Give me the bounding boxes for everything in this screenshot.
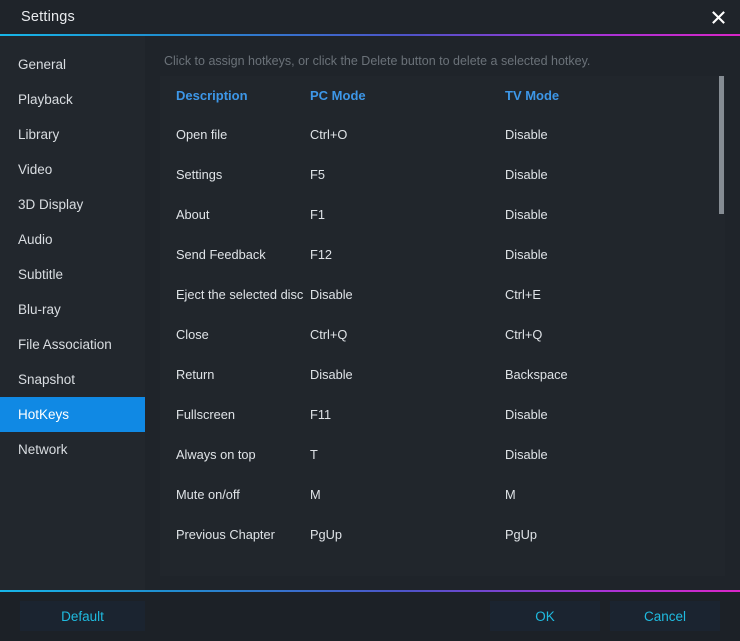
close-button[interactable] [696,0,740,34]
table-row[interactable]: Mute on/off M M [160,474,725,514]
table-row[interactable]: Previous Chapter PgUp PgUp [160,514,725,554]
cell-pc-mode[interactable]: F5 [310,167,505,182]
hotkeys-table-panel: Description PC Mode TV Mode Open file Ctrl+O… [160,76,725,576]
sidebar-item-audio[interactable]: Audio [0,222,145,257]
cell-description[interactable]: Previous Chapter [160,527,310,542]
cell-pc-mode[interactable]: F12 [310,247,505,262]
cell-tv-mode[interactable]: Ctrl+Q [505,327,725,342]
sidebar-item-video[interactable]: Video [0,152,145,187]
table-row[interactable]: Settings F5 Disable [160,154,725,194]
sidebar-item-3d-display[interactable]: 3D Display [0,187,145,222]
cell-tv-mode[interactable]: Disable [505,407,725,422]
cell-pc-mode[interactable]: Ctrl+Q [310,327,505,342]
sidebar-item-network[interactable]: Network [0,432,145,467]
sidebar-item-label: HotKeys [18,407,70,422]
sidebar-item-label: Blu-ray [18,302,61,317]
table-row[interactable]: Always on top T Disable [160,434,725,474]
cell-tv-mode[interactable]: Disable [505,167,725,182]
table-scrollbar-thumb[interactable] [719,76,724,214]
cell-tv-mode[interactable]: Disable [505,207,725,222]
cell-pc-mode[interactable]: PgUp [310,527,505,542]
cell-description[interactable]: Open file [160,127,310,142]
table-row[interactable]: Send Feedback F12 Disable [160,234,725,274]
cell-pc-mode[interactable]: T [310,447,505,462]
sidebar-item-label: Playback [18,92,73,107]
table-scrollbar[interactable] [716,76,725,576]
column-header: PC Mode [310,87,366,103]
table-row[interactable]: Fullscreen F11 Disable [160,394,725,434]
cell-pc-mode[interactable]: Disable [310,287,505,302]
sidebar-item-label: Snapshot [18,372,76,387]
table-row[interactable]: Close Ctrl+Q Ctrl+Q [160,314,725,354]
cell-pc-mode[interactable]: M [310,487,505,502]
table-row[interactable]: Return Disable Backspace [160,354,725,394]
settings-window: Settings General Playback Library Video 3D D… [0,0,740,641]
cell-pc-mode[interactable]: F1 [310,207,505,222]
table-row[interactable]: About F1 Disable [160,194,725,234]
cell-tv-mode[interactable]: Disable [505,127,725,142]
cell-description[interactable]: Settings [160,167,310,182]
sidebar-item-label: Network [18,442,68,457]
table-row[interactable]: Open file Ctrl+O Disable [160,114,725,154]
cell-tv-mode[interactable]: PgUp [505,527,725,542]
cell-description[interactable]: Return [160,367,310,382]
hotkeys-hint: Click to assign hotkeys, or click the De… [164,54,591,68]
hotkeys-table: Description PC Mode TV Mode Open file Ctrl+O… [160,76,725,576]
cell-description[interactable]: Close [160,327,310,342]
cell-description[interactable]: Mute on/off [160,487,310,502]
cell-tv-mode[interactable]: M [505,487,725,502]
cell-description[interactable]: Fullscreen [160,407,310,422]
window-title: Settings [21,9,75,25]
close-icon [711,10,725,24]
table-row[interactable]: Eject the selected disc Disable Ctrl+E [160,274,725,314]
sidebar-item-label: File Association [18,337,112,352]
column-header: Description [176,87,248,103]
cell-pc-mode[interactable]: Disable [310,367,505,382]
dialog-footer: Default OK Cancel [0,592,740,641]
cell-description[interactable]: Eject the selected disc [160,287,310,302]
sidebar-item-snapshot[interactable]: Snapshot [0,362,145,397]
sidebar-item-label: General [18,57,67,72]
cell-tv-mode[interactable]: Backspace [505,367,725,382]
cell-tv-mode[interactable]: Ctrl+E [505,287,725,302]
sidebar-item-blu-ray[interactable]: Blu-ray [0,292,145,327]
sidebar-item-label: Video [18,162,53,177]
sidebar-item-playback[interactable]: Playback [0,82,145,117]
sidebar-item-hotkeys[interactable]: HotKeys [0,397,145,432]
cell-description[interactable]: About [160,207,310,222]
cell-description[interactable]: Send Feedback [160,247,310,262]
sidebar-item-file-association[interactable]: File Association [0,327,145,362]
ok-button[interactable]: OK [490,601,600,631]
sidebar-item-label: Library [18,127,60,142]
cell-pc-mode[interactable]: Ctrl+O [310,127,505,142]
window-body: General Playback Library Video 3D Display Aud… [0,36,740,590]
hotkeys-panel: Click to assign hotkeys, or click the De… [145,36,740,590]
cancel-button[interactable]: Cancel [610,601,720,631]
cell-pc-mode[interactable]: F11 [310,407,505,422]
sidebar-item-general[interactable]: General [0,47,145,82]
settings-sidebar: General Playback Library Video 3D Display Aud… [0,36,145,590]
cell-description[interactable]: Always on top [160,447,310,462]
sidebar-item-label: Subtitle [18,267,64,282]
sidebar-item-subtitle[interactable]: Subtitle [0,257,145,292]
title-bar: Settings [0,0,740,34]
cell-tv-mode[interactable]: Disable [505,247,725,262]
column-header: TV Mode [505,87,560,103]
table-header-row: Description PC Mode TV Mode [160,76,725,114]
default-button[interactable]: Default [20,601,145,631]
sidebar-item-label: 3D Display [18,197,84,212]
sidebar-item-library[interactable]: Library [0,117,145,152]
sidebar-item-label: Audio [18,232,53,247]
cell-tv-mode[interactable]: Disable [505,447,725,462]
